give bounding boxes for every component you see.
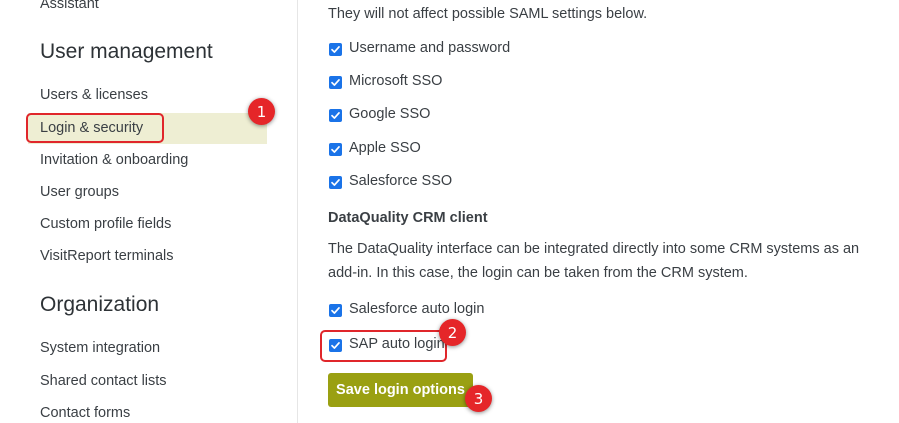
annotation-badge-1: 1	[248, 98, 275, 125]
checkmark-icon	[331, 79, 340, 86]
salesforce-auto-login-checkbox[interactable]	[329, 304, 342, 317]
sidebar-item-system-integration[interactable]: System integration	[40, 340, 160, 356]
google-sso-checkbox[interactable]	[329, 109, 342, 122]
sidebar-item-shared-contact-lists[interactable]: Shared contact lists	[40, 373, 167, 389]
user-management-heading: User management	[40, 40, 213, 63]
sidebar-item-users-licenses[interactable]: Users & licenses	[40, 87, 148, 103]
checkmark-icon	[331, 46, 340, 53]
annotation-badge-2: 2	[439, 319, 466, 346]
apple-sso-checkbox[interactable]	[329, 143, 342, 156]
username-password-label[interactable]: Username and password	[349, 40, 510, 56]
annotation-badge-3: 3	[465, 385, 492, 412]
annotation-highlight-box-2	[320, 330, 447, 362]
checkmark-icon	[331, 307, 340, 314]
sidebar-item-invitation-onboarding[interactable]: Invitation & onboarding	[40, 152, 188, 168]
sidebar-item-visitreport-terminals[interactable]: VisitReport terminals	[40, 248, 174, 264]
settings-sidebar: Assistant User management Users & licens…	[0, 0, 298, 423]
sidebar-item-assistant[interactable]: Assistant	[40, 0, 99, 12]
saml-note-text: They will not affect possible SAML setti…	[328, 6, 648, 22]
salesforce-auto-login-label[interactable]: Salesforce auto login	[349, 301, 484, 317]
crm-description-line-1: The DataQuality interface can be integra…	[328, 241, 860, 257]
username-password-checkbox[interactable]	[329, 43, 342, 56]
checkmark-icon	[331, 179, 340, 186]
google-sso-label[interactable]: Google SSO	[349, 106, 430, 122]
crm-client-section-title: DataQuality CRM client	[328, 210, 488, 226]
crm-description-line-2: add-in. In this case, the login can be t…	[328, 265, 748, 281]
login-options-panel: They will not affect possible SAML setti…	[298, 0, 899, 423]
apple-sso-label[interactable]: Apple SSO	[349, 140, 421, 156]
microsoft-sso-label[interactable]: Microsoft SSO	[349, 73, 442, 89]
save-login-options-button[interactable]: Save login options	[328, 373, 473, 407]
checkmark-icon	[331, 112, 340, 119]
sidebar-item-user-groups[interactable]: User groups	[40, 184, 119, 200]
annotation-highlight-box-1	[26, 113, 164, 143]
checkmark-icon	[331, 146, 340, 153]
organization-heading: Organization	[40, 293, 160, 316]
sidebar-item-contact-forms[interactable]: Contact forms	[40, 405, 130, 421]
salesforce-sso-checkbox[interactable]	[329, 176, 342, 189]
sidebar-item-custom-profile-fields[interactable]: Custom profile fields	[40, 216, 171, 232]
microsoft-sso-checkbox[interactable]	[329, 76, 342, 89]
salesforce-sso-label[interactable]: Salesforce SSO	[349, 173, 452, 189]
